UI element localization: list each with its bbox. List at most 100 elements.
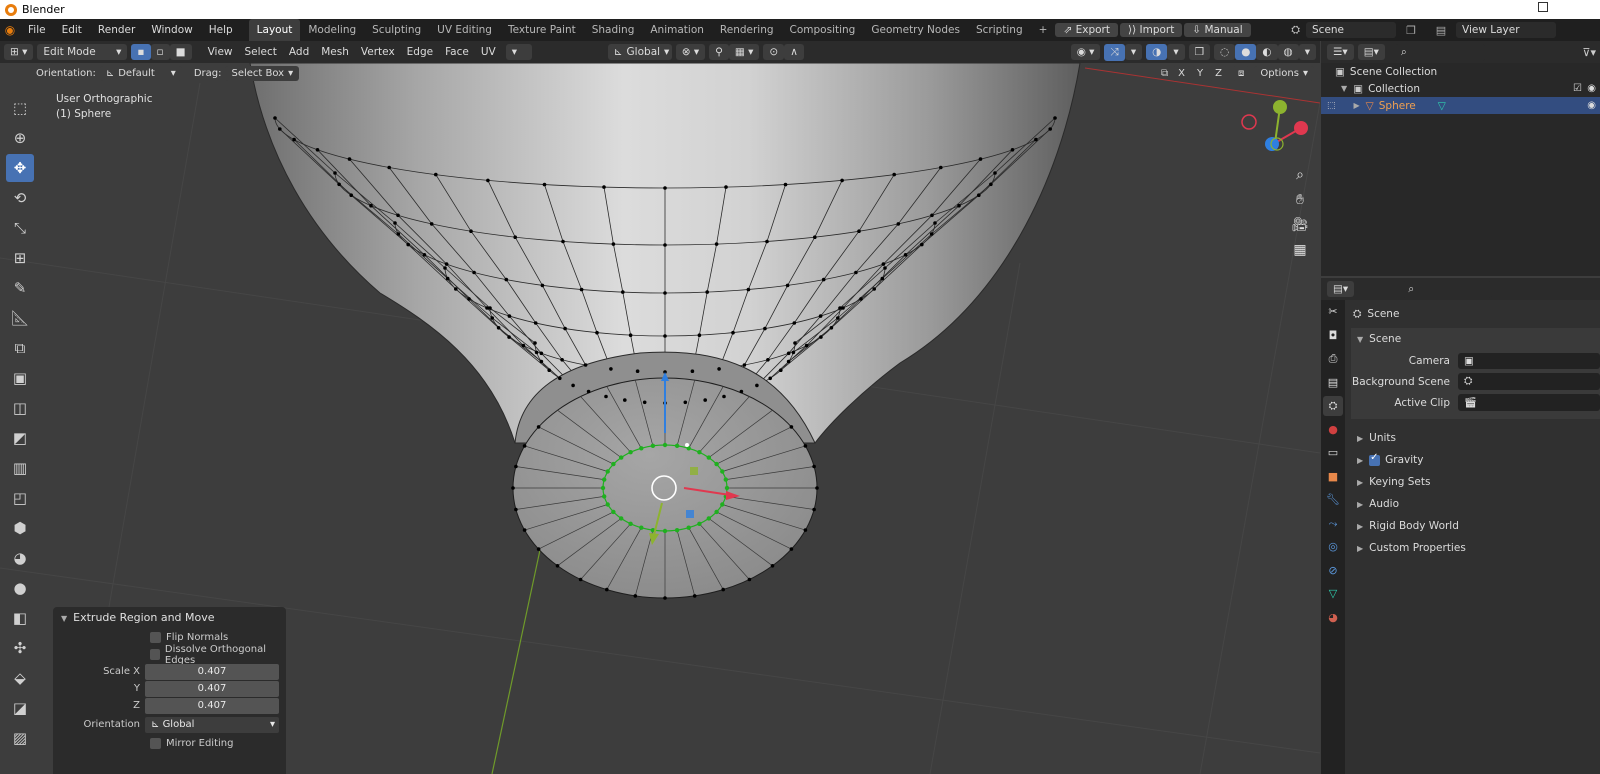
scale-y-field[interactable]: 0.407 — [145, 680, 279, 697]
shrink-fatten-tool-icon[interactable]: ✣ — [6, 634, 34, 662]
3d-viewport[interactable]: Orientation: ⊾ Default ▾ Drag: Select Bo… — [0, 63, 1320, 774]
outliner-collection[interactable]: ▼ ▣ Collection ☑ ◉ — [1321, 80, 1600, 97]
inset-tool-icon[interactable]: ◫ — [6, 394, 34, 422]
shading-dropdown-icon[interactable]: ▾ — [1298, 44, 1316, 60]
edge-select-button[interactable]: ▫ — [150, 44, 170, 60]
overlay-toggle-icon[interactable]: ◑ — [1146, 44, 1168, 60]
proportional-edit-icon[interactable]: ⊙ — [763, 44, 785, 60]
mode-selector[interactable]: Edit Mode ▾ — [37, 44, 128, 60]
collection-tab-icon[interactable]: ▭ — [1323, 443, 1343, 463]
solid-shading-icon[interactable]: ● — [1235, 44, 1257, 60]
tab-layout[interactable]: Layout — [248, 19, 301, 41]
material-shading-icon[interactable]: ◐ — [1256, 44, 1278, 60]
overlay-dropdown-icon[interactable]: ▾ — [1167, 44, 1185, 60]
smooth-tool-icon[interactable]: ● — [6, 574, 34, 602]
view-layer-selector[interactable]: View Layer — [1456, 22, 1556, 38]
menu-uv[interactable]: UV — [475, 46, 502, 58]
material-tab-icon[interactable]: ◕ — [1323, 608, 1343, 628]
restore-window-icon[interactable] — [1538, 2, 1548, 12]
custom-properties-section[interactable]: ▶ Custom Properties — [1345, 537, 1600, 559]
menu-edit[interactable]: Edit — [54, 24, 90, 36]
gravity-checkbox[interactable] — [1369, 452, 1381, 466]
editor-type-button[interactable]: ⊞ ▾ — [4, 44, 34, 60]
shear-tool-icon[interactable]: ⬙ — [6, 664, 34, 692]
modifier-tab-icon[interactable]: 🔧︎ — [1323, 490, 1343, 510]
pan-hand-icon[interactable]: ✋︎ — [1290, 192, 1310, 212]
tab-sculpting[interactable]: Sculpting — [364, 19, 429, 41]
menu-add[interactable]: Add — [283, 46, 315, 58]
particles-tab-icon[interactable]: ⤳ — [1323, 514, 1343, 534]
pivot-point-icon[interactable]: ⊗ ▾ — [675, 44, 706, 60]
menu-edge[interactable]: Edge — [401, 46, 439, 58]
camera-view-icon[interactable]: 🎥︎ — [1290, 217, 1310, 237]
annotate-tool-icon[interactable]: ✎ — [6, 274, 34, 302]
menu-vertex[interactable]: Vertex — [355, 46, 401, 58]
mirror-x-button[interactable]: X — [1172, 65, 1192, 81]
mirror-editing-checkbox[interactable] — [150, 738, 161, 749]
scene-tab-icon[interactable]: ⛭ — [1323, 396, 1343, 416]
dissolve-checkbox[interactable] — [150, 649, 160, 660]
auto-merge-icon[interactable]: ⧈ — [1232, 65, 1251, 81]
wireframe-shading-icon[interactable]: ◌ — [1214, 44, 1236, 60]
display-toggle-icon[interactable]: ▨ — [6, 724, 34, 752]
rip-tool-icon[interactable]: ◪ — [6, 694, 34, 722]
tab-geometry-nodes[interactable]: Geometry Nodes — [863, 19, 968, 41]
gravity-section[interactable]: ▶ Gravity — [1345, 449, 1600, 471]
object-tab-icon[interactable]: ■ — [1323, 467, 1343, 487]
active-clip-field[interactable]: 🎬︎ — [1458, 394, 1600, 411]
measure-tool-icon[interactable]: 📐︎ — [6, 304, 34, 332]
knife-tool-icon[interactable]: ◰ — [6, 484, 34, 512]
collection-expand-icon[interactable]: ▼ — [1341, 84, 1347, 93]
tool-tab-icon[interactable]: ✂ — [1323, 302, 1343, 322]
bevel-tool-icon[interactable]: ◩ — [6, 424, 34, 452]
gizmo-toggle-icon[interactable]: ⤨ — [1104, 43, 1125, 61]
tab-uv-editing[interactable]: UV Editing — [429, 19, 500, 41]
filter-icon[interactable]: ⊽▾ — [1582, 46, 1596, 59]
outliner-search-input[interactable]: ⌕ — [1394, 43, 1485, 61]
constraints-tab-icon[interactable]: ⊘ — [1323, 561, 1343, 581]
menu-help[interactable]: Help — [201, 24, 241, 36]
menu-face[interactable]: Face — [439, 46, 475, 58]
navigation-gizmo[interactable] — [1241, 100, 1308, 151]
menu-select[interactable]: Select — [239, 46, 283, 58]
menu-render[interactable]: Render — [90, 24, 143, 36]
world-tab-icon[interactable]: ● — [1323, 420, 1343, 440]
add-workspace-button[interactable]: + — [1031, 19, 1056, 41]
outliner-sphere[interactable]: ⬚ ▶ ▽ Sphere ▽ ◉ — [1321, 97, 1600, 114]
sphere-expand-icon[interactable]: ▶ — [1354, 101, 1360, 110]
extrude-tool-icon[interactable]: ▣ — [6, 364, 34, 392]
add-cube-tool-icon[interactable]: ⧉ — [6, 334, 34, 362]
falloff-icon[interactable]: ∧ — [784, 44, 804, 60]
tab-animation[interactable]: Animation — [642, 19, 712, 41]
tab-rendering[interactable]: Rendering — [712, 19, 782, 41]
drag-selector[interactable]: Select Box ▾ — [225, 65, 300, 81]
edit-mode-icon[interactable]: ⬚ — [1327, 101, 1336, 111]
select-box-tool-icon[interactable]: ⬚ — [6, 94, 34, 122]
transform-tool-icon[interactable]: ⊞ — [6, 244, 34, 272]
collection-exclude-checkbox[interactable]: ☑ — [1573, 83, 1582, 94]
audio-section[interactable]: ▶ Audio — [1345, 493, 1600, 515]
gizmo-dropdown-icon[interactable]: ▾ — [1124, 44, 1143, 60]
xray-toggle-icon[interactable]: ❒ — [1188, 44, 1211, 60]
rendered-shading-icon[interactable]: ◍ — [1277, 44, 1299, 60]
tab-scripting[interactable]: Scripting — [968, 19, 1031, 41]
perspective-grid-icon[interactable]: ▦ — [1290, 242, 1310, 262]
snap-toggle-icon[interactable]: ⚲ — [709, 44, 729, 60]
new-scene-icon[interactable]: ❐ — [1396, 24, 1426, 37]
rotate-tool-icon[interactable]: ⟲ — [6, 184, 34, 212]
data-tab-icon[interactable]: ▽ — [1323, 584, 1343, 604]
visibility-icon[interactable]: ◉ ▾ — [1070, 44, 1101, 60]
display-mode-icon[interactable]: ▤▾ — [1357, 44, 1385, 60]
properties-search-input[interactable]: ⌕ — [1402, 280, 1493, 298]
edge-slide-tool-icon[interactable]: ◧ — [6, 604, 34, 632]
mirror-z-button[interactable]: Z — [1209, 65, 1228, 81]
menu-file[interactable]: File — [20, 24, 54, 36]
tab-compositing[interactable]: Compositing — [782, 19, 864, 41]
scale-tool-icon[interactable]: ⤡ — [6, 214, 34, 242]
spin-tool-icon[interactable]: ◕ — [6, 544, 34, 572]
scene-panel-header[interactable]: ▼ Scene — [1351, 328, 1600, 350]
orientation-selector[interactable]: ⊾ Default ▾ — [99, 65, 182, 81]
poly-build-tool-icon[interactable]: ⬢ — [6, 514, 34, 542]
face-select-button[interactable]: ■ — [169, 44, 192, 60]
flip-normals-checkbox[interactable] — [150, 632, 161, 643]
